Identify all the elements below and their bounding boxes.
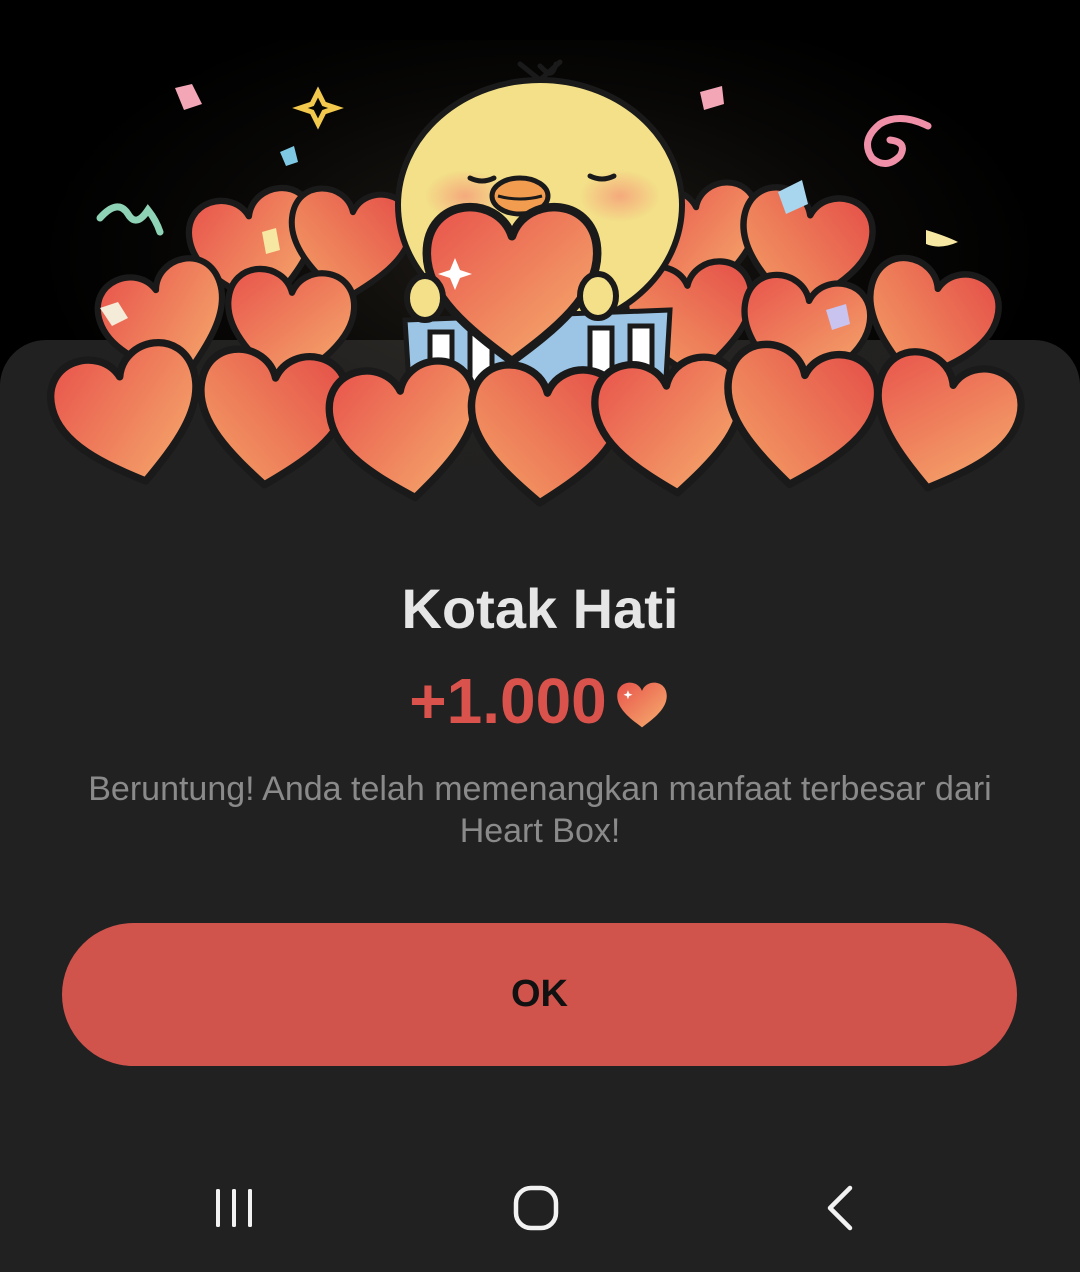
heart-shape [858,344,1029,505]
home-button[interactable] [486,1170,586,1246]
recent-apps-button[interactable] [184,1170,284,1246]
chick-paw [404,273,446,323]
back-button[interactable] [790,1170,890,1246]
heart-icon [617,682,667,728]
screen: Kotak Hati +1.000 Beruntung! Anda telah … [0,0,1080,1272]
system-navigation-bar [0,1140,1080,1272]
reward-row: +1.000 [0,664,1080,738]
ok-button[interactable]: OK [62,923,1017,1066]
reward-message: Beruntung! Anda telah memenangkan manfaa… [88,770,992,850]
home-icon [513,1185,559,1231]
heart-shape [715,340,882,495]
heart-shape [43,335,217,499]
heart-shape [324,356,487,507]
recent-apps-icon [216,1189,252,1227]
dialog-title: Kotak Hati [401,577,679,640]
chick-hearts-illustration [0,59,1080,540]
back-icon [827,1185,853,1231]
chick-paw [577,271,619,321]
reward-amount: +1.000 [409,665,607,737]
